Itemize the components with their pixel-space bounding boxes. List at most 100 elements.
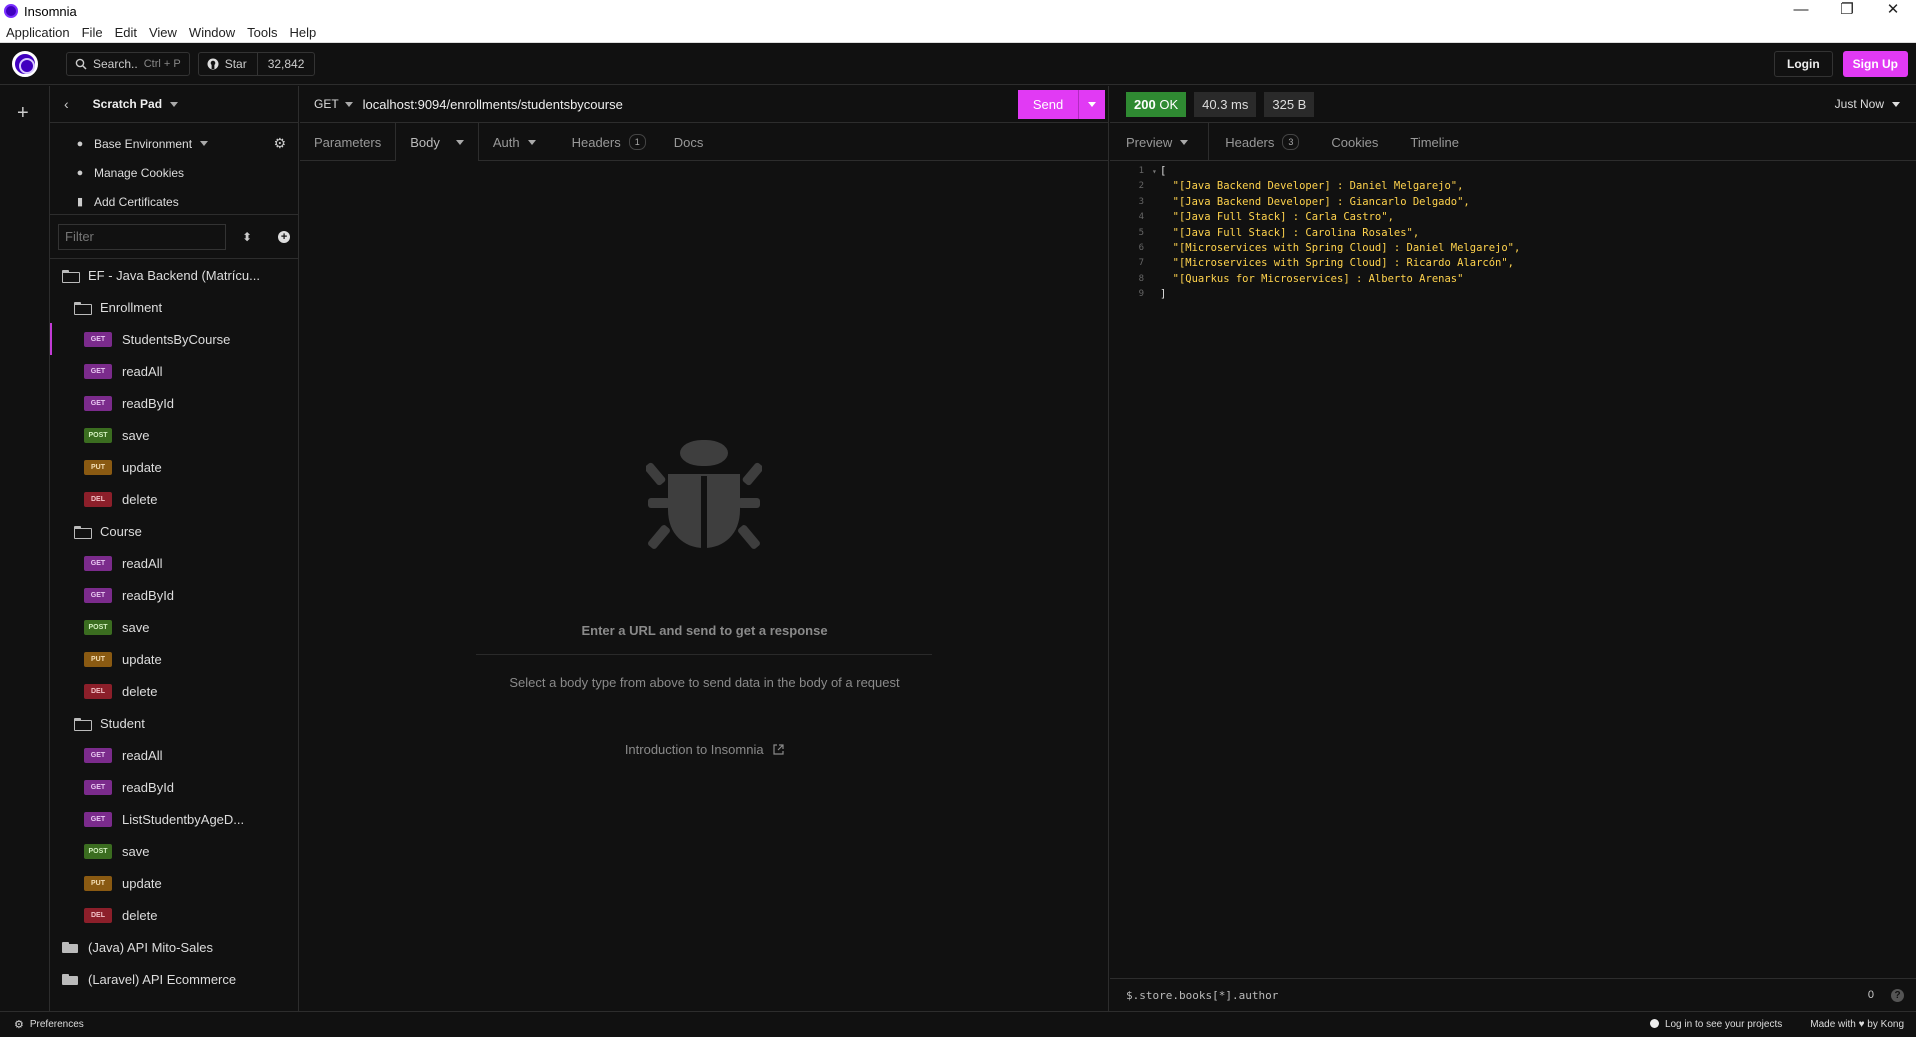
folder-icon bbox=[74, 525, 92, 539]
tree-item-label: update bbox=[122, 651, 162, 667]
preferences-button[interactable]: ⚙ Preferences bbox=[14, 1018, 84, 1031]
request-item[interactable]: GET readAll bbox=[50, 547, 298, 579]
tree-item-label: readAll bbox=[122, 747, 163, 763]
chevron-down-icon[interactable] bbox=[170, 101, 179, 107]
folder-item[interactable]: (Java) API Mito-Sales bbox=[50, 931, 298, 963]
tree-item-label: ListStudentbyAgeD... bbox=[122, 811, 245, 827]
code-line: 2 "[Java Backend Developer] : Daniel Mel… bbox=[1110, 179, 1520, 194]
request-item[interactable]: GET readAll bbox=[50, 739, 298, 771]
gutter-spacer bbox=[1152, 210, 1160, 225]
status-footer: ⚙ Preferences Log in to see your project… bbox=[0, 1011, 1916, 1037]
folder-item[interactable]: Enrollment bbox=[50, 291, 298, 323]
folder-item[interactable]: Student bbox=[50, 707, 298, 739]
github-star-button[interactable]: Star bbox=[199, 52, 258, 75]
tree-item-label: save bbox=[122, 619, 150, 635]
code-line: 7 "[Microservices with Spring Cloud] : R… bbox=[1110, 256, 1520, 271]
github-star-group[interactable]: Star 32,842 bbox=[197, 51, 316, 76]
plus-icon[interactable]: + bbox=[17, 102, 29, 125]
menu-window[interactable]: Window bbox=[183, 25, 241, 40]
request-item[interactable]: GET readById bbox=[50, 387, 298, 419]
method-badge: DEL bbox=[84, 683, 112, 699]
tree-item-label: readById bbox=[122, 779, 175, 795]
tree-item-label: readById bbox=[122, 395, 175, 411]
add-icon[interactable]: + bbox=[278, 230, 291, 243]
response-size: 325 B bbox=[1264, 91, 1315, 117]
tab-response-headers[interactable]: Headers 3 bbox=[1209, 123, 1315, 161]
filter-input[interactable] bbox=[58, 223, 226, 250]
search-button[interactable]: Search.. Ctrl + P bbox=[66, 51, 190, 76]
line-number: 6 bbox=[1138, 242, 1144, 253]
response-filter-input[interactable]: $.store.books[*].author bbox=[1126, 989, 1278, 1002]
request-item[interactable]: PUT update bbox=[50, 867, 298, 899]
menu-file[interactable]: File bbox=[76, 25, 109, 40]
request-item[interactable]: PUT update bbox=[50, 643, 298, 675]
line-number: 2 bbox=[1138, 181, 1144, 192]
fold-chevron-icon[interactable]: ▾ bbox=[1152, 164, 1160, 179]
line-number: 5 bbox=[1138, 227, 1144, 238]
restore-icon[interactable]: ❐ bbox=[1824, 0, 1870, 22]
project-name[interactable]: Scratch Pad bbox=[93, 97, 162, 111]
gear-icon[interactable]: ⚙ bbox=[273, 135, 286, 152]
sort-icon[interactable]: ⬍ bbox=[242, 230, 252, 244]
menu-help[interactable]: Help bbox=[284, 25, 323, 40]
minimize-icon[interactable]: — bbox=[1778, 0, 1824, 22]
filter-result-count: 0 bbox=[1867, 989, 1874, 1001]
method-badge: GET bbox=[84, 779, 112, 795]
menu-application[interactable]: Application bbox=[0, 25, 76, 40]
request-item[interactable]: GET readById bbox=[50, 579, 298, 611]
request-item[interactable]: PUT update bbox=[50, 451, 298, 483]
folder-item[interactable]: EF - Java Backend (Matrícu... bbox=[50, 259, 298, 291]
tab-timeline[interactable]: Timeline bbox=[1394, 123, 1475, 161]
search-icon bbox=[75, 58, 87, 70]
request-item[interactable]: POST save bbox=[50, 611, 298, 643]
sidebar: ‹ Scratch Pad ● Base Environment ● Manag… bbox=[50, 86, 299, 1011]
base-environment-selector[interactable]: ● Base Environment bbox=[50, 129, 298, 158]
request-pane: GET localhost:9094/enrollments/studentsb… bbox=[300, 86, 1109, 1011]
add-certificates-button[interactable]: ▮ Add Certificates bbox=[50, 187, 298, 216]
signup-button[interactable]: Sign Up bbox=[1842, 51, 1908, 77]
login-projects-link[interactable]: Log in to see your projects bbox=[1649, 1019, 1783, 1030]
code-text: [ bbox=[1160, 165, 1167, 177]
request-item[interactable]: POST save bbox=[50, 419, 298, 451]
app-header: Search.. Ctrl + P Star 32,842 Login Sign… bbox=[0, 43, 1916, 85]
request-item[interactable]: GET StudentsByCourse bbox=[50, 323, 298, 355]
left-rail: + bbox=[0, 86, 50, 1011]
collection-tree: EF - Java Backend (Matrícu... Enrollment G… bbox=[50, 259, 298, 995]
menu-edit[interactable]: Edit bbox=[109, 25, 143, 40]
request-item[interactable]: DEL delete bbox=[50, 675, 298, 707]
close-icon[interactable]: ✕ bbox=[1870, 0, 1916, 22]
folder-item[interactable]: (Laravel) API Ecommerce bbox=[50, 963, 298, 995]
gutter-spacer bbox=[1152, 226, 1160, 241]
chevron-down-icon bbox=[200, 141, 209, 146]
manage-cookies-button[interactable]: ● Manage Cookies bbox=[50, 158, 298, 187]
request-item[interactable]: POST save bbox=[50, 835, 298, 867]
chevron-left-icon[interactable]: ‹ bbox=[64, 96, 69, 112]
menu-view[interactable]: View bbox=[143, 25, 183, 40]
tree-item-label: readById bbox=[122, 587, 175, 603]
response-status-bar: 200 OK 40.3 ms 325 B Just Now bbox=[1110, 86, 1916, 123]
folder-icon bbox=[74, 717, 92, 731]
request-item[interactable]: GET readById bbox=[50, 771, 298, 803]
folder-item[interactable]: Course bbox=[50, 515, 298, 547]
method-badge: PUT bbox=[84, 875, 112, 891]
code-line: 9] bbox=[1110, 287, 1520, 302]
request-item[interactable]: GET ListStudentbyAgeD... bbox=[50, 803, 298, 835]
insomnia-logo[interactable] bbox=[12, 50, 38, 77]
login-button[interactable]: Login bbox=[1774, 51, 1833, 77]
login-projects-label: Log in to see your projects bbox=[1664, 1019, 1783, 1030]
request-item[interactable]: DEL delete bbox=[50, 899, 298, 931]
cookie-icon: ● bbox=[76, 166, 84, 179]
tree-item-label: (Laravel) API Ecommerce bbox=[88, 971, 237, 987]
tab-cookies[interactable]: Cookies bbox=[1315, 123, 1394, 161]
tab-preview[interactable]: Preview bbox=[1110, 123, 1210, 161]
help-icon[interactable]: ? bbox=[1891, 988, 1904, 1002]
gutter-spacer bbox=[1152, 241, 1160, 256]
request-item[interactable]: DEL delete bbox=[50, 483, 298, 515]
response-history-dropdown[interactable]: Just Now bbox=[1835, 97, 1900, 111]
response-body-viewer[interactable]: 1 ▾[2 "[Java Backend Developer] : Daniel … bbox=[1110, 164, 1521, 303]
menu-tools[interactable]: Tools bbox=[241, 25, 283, 40]
tree-item-label: readAll bbox=[122, 363, 163, 379]
tab-label: Timeline bbox=[1410, 134, 1460, 150]
request-item[interactable]: GET readAll bbox=[50, 355, 298, 387]
intro-link[interactable]: Introduction to Insomnia bbox=[300, 742, 1109, 757]
